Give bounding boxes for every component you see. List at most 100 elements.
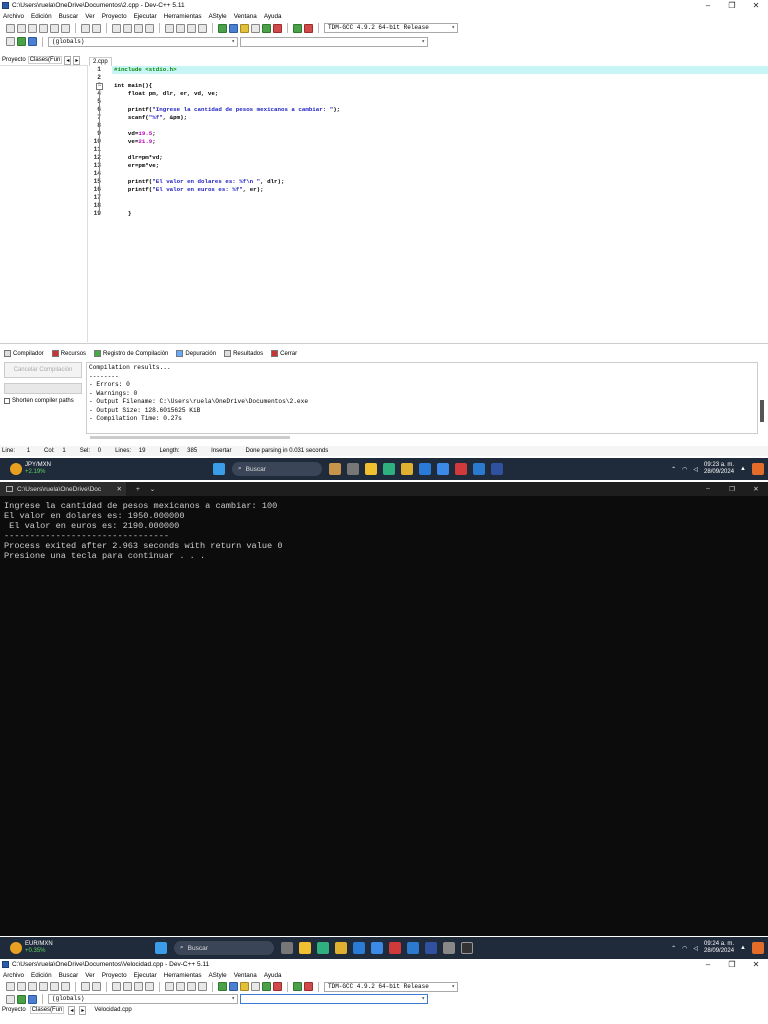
open-file-icon[interactable] — [17, 982, 26, 991]
compiler-select[interactable]: TDM-GCC 4.9.2 64-bit Release ▾ — [324, 981, 458, 992]
code-line[interactable] — [112, 74, 768, 82]
code-line[interactable] — [112, 146, 768, 154]
code-line[interactable] — [112, 170, 768, 178]
scope-select[interactable]: (globals) ▾ — [48, 36, 238, 47]
tab-dropdown-icon[interactable]: ⌄ — [150, 485, 155, 493]
menu-archivo[interactable]: Archivo — [3, 972, 24, 979]
clock[interactable]: 09:23 a. m. 28/09/2024 — [704, 462, 734, 476]
code-line[interactable] — [112, 122, 768, 130]
close-file-icon[interactable] — [50, 23, 59, 33]
tab-scroll-right-icon[interactable]: ▸ — [73, 55, 81, 65]
notification-bell-icon[interactable]: ▲ — [740, 945, 746, 951]
menu-ver[interactable]: Ver — [85, 13, 94, 20]
compile-log[interactable]: Compilation results... -------- - Errors: … — [86, 362, 758, 434]
menu-buscar[interactable]: Buscar — [59, 972, 79, 979]
mail-icon[interactable] — [353, 942, 365, 954]
code-line[interactable]: er=pm*ve; — [112, 162, 768, 170]
profile-icon[interactable] — [304, 23, 313, 33]
mcafee-icon[interactable] — [455, 463, 467, 475]
code-line[interactable]: } — [112, 210, 768, 218]
save-all-icon[interactable] — [39, 982, 48, 991]
save-icon[interactable] — [28, 23, 37, 33]
new-file-icon[interactable] — [6, 23, 15, 33]
print-icon[interactable] — [61, 23, 70, 33]
wifi-icon[interactable]: ◠ — [682, 466, 687, 473]
tab-registro[interactable]: Registro de Compilación — [94, 350, 168, 357]
code-line[interactable]: int main(){ — [112, 82, 768, 90]
edge-icon[interactable] — [383, 463, 395, 475]
maximize-icon[interactable]: ❐ — [720, 0, 744, 11]
windows-start-icon[interactable] — [155, 942, 167, 954]
mcafee-icon[interactable] — [389, 942, 401, 954]
windows-start-icon[interactable] — [213, 463, 225, 475]
chrome-icon[interactable] — [371, 942, 383, 954]
replace-icon[interactable] — [123, 982, 132, 991]
chrome-icon[interactable] — [437, 463, 449, 475]
code-line[interactable]: vd=19.5; — [112, 130, 768, 138]
toggle-comment-icon[interactable] — [187, 23, 196, 33]
menu-ejecutar[interactable]: Ejecutar — [134, 972, 157, 979]
terminal-output[interactable]: Ingrese la cantidad de pesos mexicanos a… — [0, 496, 768, 936]
code-line[interactable]: dlr=pm*vd; — [112, 154, 768, 162]
new-tab-button[interactable]: + — [136, 486, 140, 493]
code-line[interactable]: scanf("%f", &pm); — [112, 114, 768, 122]
copilot-icon[interactable] — [752, 942, 764, 954]
code-line[interactable]: printf("El valor en dolares es: %f\n ", … — [112, 178, 768, 186]
insert-icon[interactable] — [6, 37, 15, 46]
compile-run-icon[interactable] — [240, 982, 249, 991]
redo-icon[interactable] — [92, 982, 101, 991]
compile-icon[interactable] — [218, 23, 227, 33]
shorten-paths-checkbox[interactable] — [4, 398, 10, 404]
close-icon[interactable]: ✕ — [744, 0, 768, 11]
function-select[interactable]: ▾ — [240, 994, 428, 1004]
taskbar-search[interactable]: ⌕ Buscar — [174, 941, 274, 955]
close-tab-icon[interactable]: ✕ — [117, 485, 122, 493]
code-line[interactable]: float pm, dlr, er, vd, ve; — [112, 90, 768, 98]
goto-icon[interactable] — [134, 23, 143, 33]
uncomment-icon[interactable] — [198, 982, 207, 991]
tab-clases[interactable]: Clases(Fun — [29, 1006, 65, 1014]
compiler-select[interactable]: TDM-GCC 4.9.2 64-bit Release ▾ — [324, 23, 458, 33]
undo-icon[interactable] — [81, 982, 90, 991]
settings-icon[interactable] — [443, 942, 455, 954]
redo-icon[interactable] — [92, 23, 101, 33]
copilot-icon[interactable] — [752, 463, 764, 475]
stop-icon[interactable] — [273, 982, 282, 991]
cancel-compile-button[interactable]: Cancelar Compilación — [4, 362, 82, 378]
file-explorer-icon[interactable] — [365, 463, 377, 475]
code-line[interactable] — [112, 194, 768, 202]
maximize-icon[interactable]: ❐ — [720, 485, 744, 493]
stock-widget[interactable]: EUR/MXN +0.35% — [0, 941, 152, 955]
bookmark-icon[interactable] — [145, 982, 154, 991]
rebuild-icon[interactable] — [251, 982, 260, 991]
goto-bookmark-icon[interactable] — [28, 37, 37, 46]
task-view-icon[interactable] — [347, 463, 359, 475]
tray-chevron-icon[interactable]: ⌃ — [671, 945, 676, 952]
menu-astyle[interactable]: AStyle — [208, 972, 226, 979]
menu-edicion[interactable]: Edición — [31, 972, 52, 979]
terminal-tab[interactable]: C:\Users\ruela\OneDrive\Doc ✕ — [0, 482, 126, 496]
close-icon[interactable]: ✕ — [744, 959, 768, 970]
menu-archivo[interactable]: Archivo — [3, 13, 24, 20]
toggle-comment-icon[interactable] — [187, 982, 196, 991]
tab-scroll-left-icon[interactable]: ◂ — [68, 1005, 76, 1015]
shorten-paths-option[interactable]: Shorten compiler paths — [4, 398, 74, 404]
tab-depuracion[interactable]: Depuración — [176, 350, 216, 357]
menu-ejecutar[interactable]: Ejecutar — [134, 13, 157, 20]
notification-bell-icon[interactable]: ▲ — [740, 466, 746, 472]
goto-icon[interactable] — [134, 982, 143, 991]
menu-edicion[interactable]: Edición — [31, 13, 52, 20]
replace-icon[interactable] — [123, 23, 132, 33]
store-icon[interactable] — [401, 463, 413, 475]
code-line[interactable]: ve=21.9; — [112, 138, 768, 146]
code-editor[interactable]: #include <stdio.h> int main(){ float pm, … — [112, 66, 768, 342]
rebuild-icon[interactable] — [251, 23, 260, 33]
tab-clases[interactable]: Clases(Fun — [27, 56, 63, 64]
file-explorer-icon[interactable] — [299, 942, 311, 954]
stop-icon[interactable] — [273, 23, 282, 33]
run-icon[interactable] — [229, 982, 238, 991]
tab-proyecto[interactable]: Proyecto — [2, 1007, 26, 1013]
store-icon[interactable] — [335, 942, 347, 954]
check-syntax-icon[interactable] — [262, 23, 271, 33]
menu-astyle[interactable]: AStyle — [208, 13, 226, 20]
